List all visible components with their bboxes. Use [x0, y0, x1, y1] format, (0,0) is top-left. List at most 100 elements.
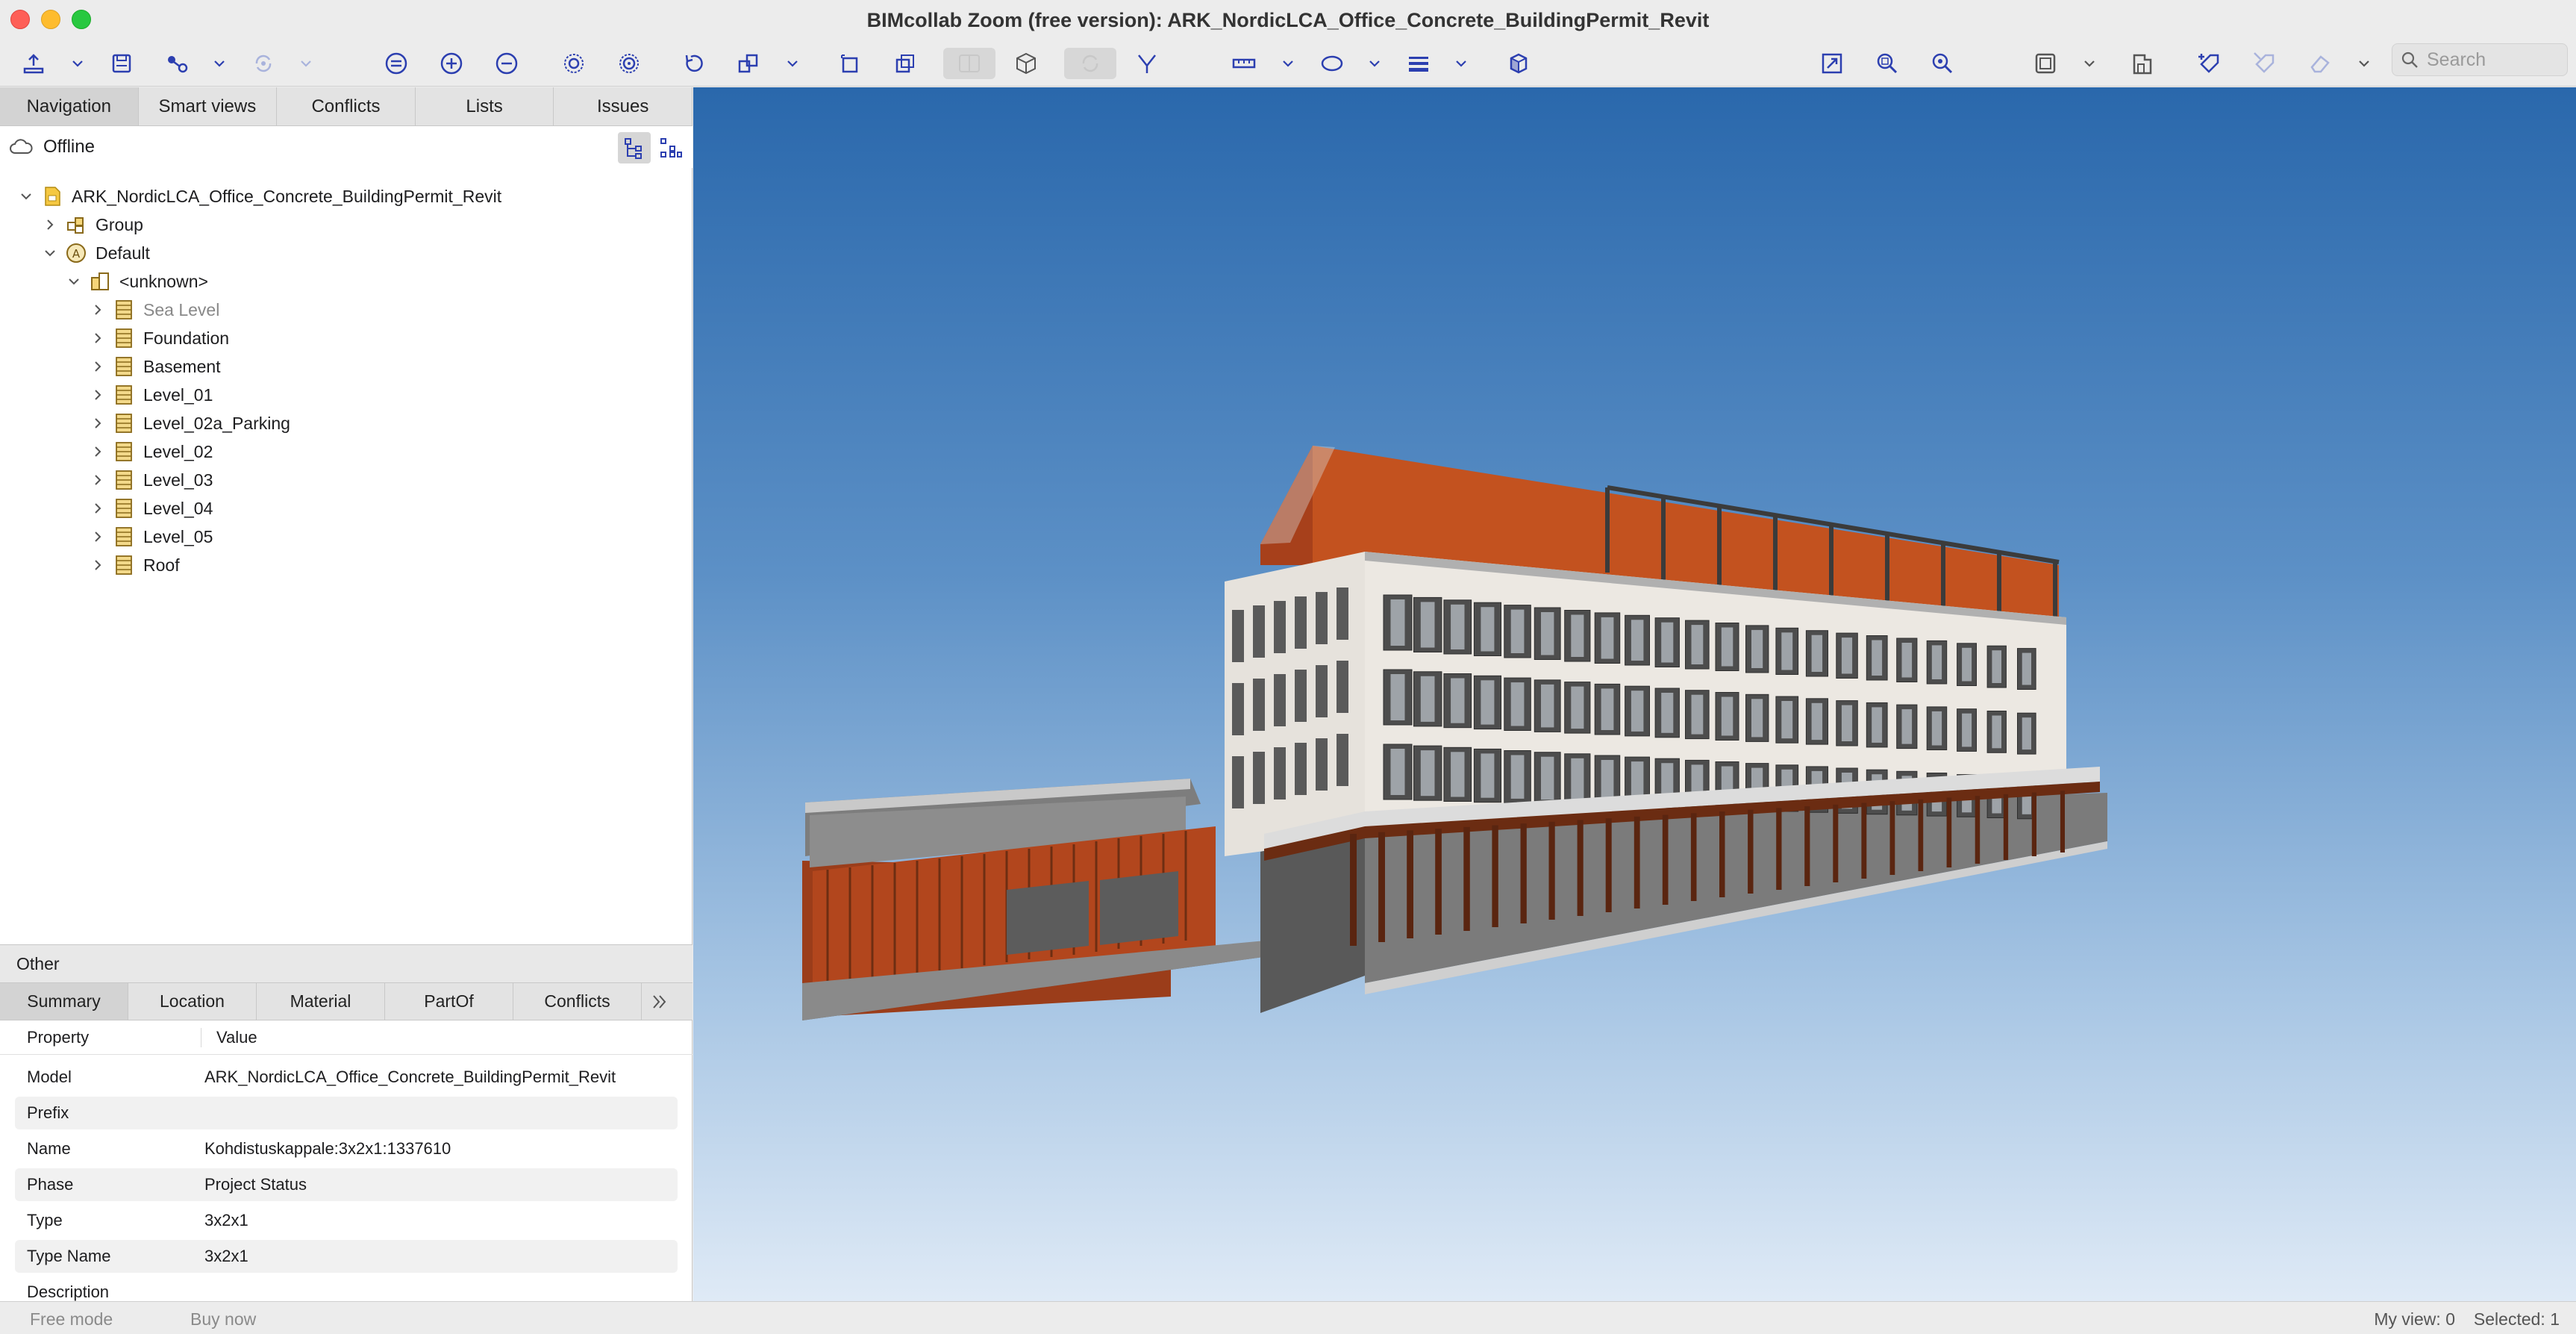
render-icon[interactable]	[1501, 48, 1536, 79]
flat-view-button[interactable]	[654, 132, 687, 163]
window	[1337, 734, 1348, 786]
value-column-header[interactable]: Value	[201, 1028, 257, 1047]
maximize-window-button[interactable]	[72, 10, 91, 29]
lines-icon[interactable]	[1401, 48, 1436, 79]
frame-dropdown-chevron-icon[interactable]	[2081, 51, 2098, 76]
building-model-render[interactable]	[693, 87, 2576, 1301]
tree-item[interactable]: <unknown>	[66, 267, 208, 296]
chevron-right-icon[interactable]	[90, 529, 106, 545]
cloud-icon	[10, 139, 33, 154]
tree-item[interactable]: A Default	[42, 239, 150, 267]
reset-icon[interactable]	[676, 48, 710, 79]
tag-add-icon[interactable]	[2192, 48, 2227, 79]
chevron-right-icon[interactable]	[90, 415, 106, 431]
tab-lists[interactable]: Lists	[416, 87, 554, 125]
close-window-button[interactable]	[10, 10, 30, 29]
property-row[interactable]: Type Name 3x2x1	[15, 1240, 678, 1273]
property-key: Type Name	[27, 1247, 111, 1265]
tab-smart-views[interactable]: Smart views	[139, 87, 278, 125]
tree-item[interactable]: Roof	[90, 551, 180, 579]
tab-prop-conflicts[interactable]: Conflicts	[513, 983, 642, 1020]
chevron-right-icon[interactable]	[90, 358, 106, 375]
zoom-in-icon[interactable]	[434, 48, 469, 79]
measure-dropdown-chevron-icon[interactable]	[1279, 51, 1297, 76]
column	[2060, 791, 2065, 853]
chevron-right-icon[interactable]	[90, 387, 106, 403]
property-row[interactable]: Prefix	[15, 1097, 678, 1129]
chevron-right-icon[interactable]	[90, 330, 106, 346]
chevron-down-icon[interactable]	[42, 245, 58, 261]
minimize-window-button[interactable]	[41, 10, 60, 29]
zoom-extents-icon[interactable]	[1925, 48, 1960, 79]
chevron-right-icon[interactable]	[90, 500, 106, 517]
zoom-out-icon[interactable]	[490, 48, 524, 79]
tree-item-label: ARK_NordicLCA_Office_Concrete_BuildingPe…	[72, 186, 502, 206]
window-glass	[1931, 711, 1942, 746]
tree-item[interactable]: Basement	[90, 352, 221, 381]
storey-view-icon[interactable]	[2125, 48, 2160, 79]
select-all-icon[interactable]	[612, 48, 646, 79]
lines-dropdown-chevron-icon[interactable]	[1452, 51, 1470, 76]
tab-material[interactable]: Material	[257, 983, 385, 1020]
tree-item[interactable]: Level_05	[90, 523, 213, 551]
tree-item[interactable]: Group	[42, 211, 143, 239]
focus-icon[interactable]	[557, 48, 591, 79]
plane-icon[interactable]	[943, 48, 995, 79]
cube-icon[interactable]	[1009, 48, 1043, 79]
save-icon[interactable]	[104, 48, 139, 79]
3d-viewport[interactable]	[693, 87, 2576, 1301]
chevron-right-icon[interactable]	[90, 443, 106, 460]
property-row[interactable]: Model ARK_NordicLCA_Office_Concrete_Build…	[15, 1061, 678, 1094]
tab-summary[interactable]: Summary	[0, 983, 128, 1020]
tab-navigation[interactable]: Navigation	[0, 87, 139, 125]
chevron-right-icon[interactable]	[42, 216, 58, 233]
tree-item[interactable]: Level_02a_Parking	[90, 409, 290, 437]
tree-item[interactable]: Level_04	[90, 494, 213, 523]
property-row[interactable]: Type 3x2x1	[15, 1204, 678, 1237]
layers-icon[interactable]	[731, 48, 766, 79]
buy-now-link[interactable]: Buy now	[190, 1309, 256, 1330]
tree-item[interactable]: ARK_NordicLCA_Office_Concrete_BuildingPe…	[18, 182, 501, 211]
section-box-icon[interactable]	[888, 48, 922, 79]
tree-item[interactable]: Level_03	[90, 466, 213, 494]
ellipse-dropdown-chevron-icon[interactable]	[1366, 51, 1384, 76]
walk-icon[interactable]	[1130, 48, 1164, 79]
property-column-header[interactable]: Property	[0, 1027, 201, 1047]
chevron-down-icon[interactable]	[66, 273, 82, 290]
connect-icon[interactable]	[160, 48, 194, 79]
property-row[interactable]: Phase Project Status	[15, 1168, 678, 1201]
title-bar: BIMcollab Zoom (free version): ARK_Nordi…	[0, 0, 2576, 40]
open-dropdown-chevron-icon[interactable]	[69, 51, 87, 76]
window	[1295, 596, 1307, 649]
column	[1520, 823, 1527, 923]
box-icon[interactable]	[833, 48, 867, 79]
tree-item[interactable]: Sea Level	[90, 296, 219, 324]
zoom-selection-icon[interactable]	[1870, 48, 1904, 79]
open-icon[interactable]	[16, 48, 51, 79]
tab-partof[interactable]: PartOf	[385, 983, 513, 1020]
chevron-right-icon[interactable]	[90, 557, 106, 573]
ellipse-icon[interactable]	[1315, 48, 1349, 79]
chevron-down-icon[interactable]	[18, 188, 34, 205]
chevron-right-icon[interactable]	[90, 302, 106, 318]
layers-dropdown-chevron-icon[interactable]	[784, 51, 801, 76]
tree-item[interactable]: Foundation	[90, 324, 229, 352]
visibility-isolate-icon[interactable]	[379, 48, 413, 79]
erase-icon	[2303, 48, 2337, 79]
tree-item[interactable]: Level_01	[90, 381, 213, 409]
frame-icon[interactable]	[2028, 48, 2063, 79]
measure-icon[interactable]	[1227, 48, 1261, 79]
chevron-right-icon[interactable]	[90, 472, 106, 488]
property-row[interactable]: Name Kohdistuskappale:3x2x1:1337610	[15, 1132, 678, 1165]
connect-dropdown-chevron-icon[interactable]	[210, 51, 228, 76]
tab-issues[interactable]: Issues	[554, 87, 693, 125]
search-field[interactable]	[2392, 43, 2568, 76]
tree-view-button[interactable]	[618, 132, 651, 163]
more-tabs-button[interactable]	[642, 983, 678, 1020]
search-input[interactable]	[2427, 49, 2561, 71]
tab-conflicts[interactable]: Conflicts	[277, 87, 416, 125]
tab-location[interactable]: Location	[128, 983, 257, 1020]
orbit-icon[interactable]	[1064, 48, 1116, 79]
fullscreen-icon[interactable]	[1815, 48, 1849, 79]
tree-item[interactable]: Level_02	[90, 437, 213, 466]
